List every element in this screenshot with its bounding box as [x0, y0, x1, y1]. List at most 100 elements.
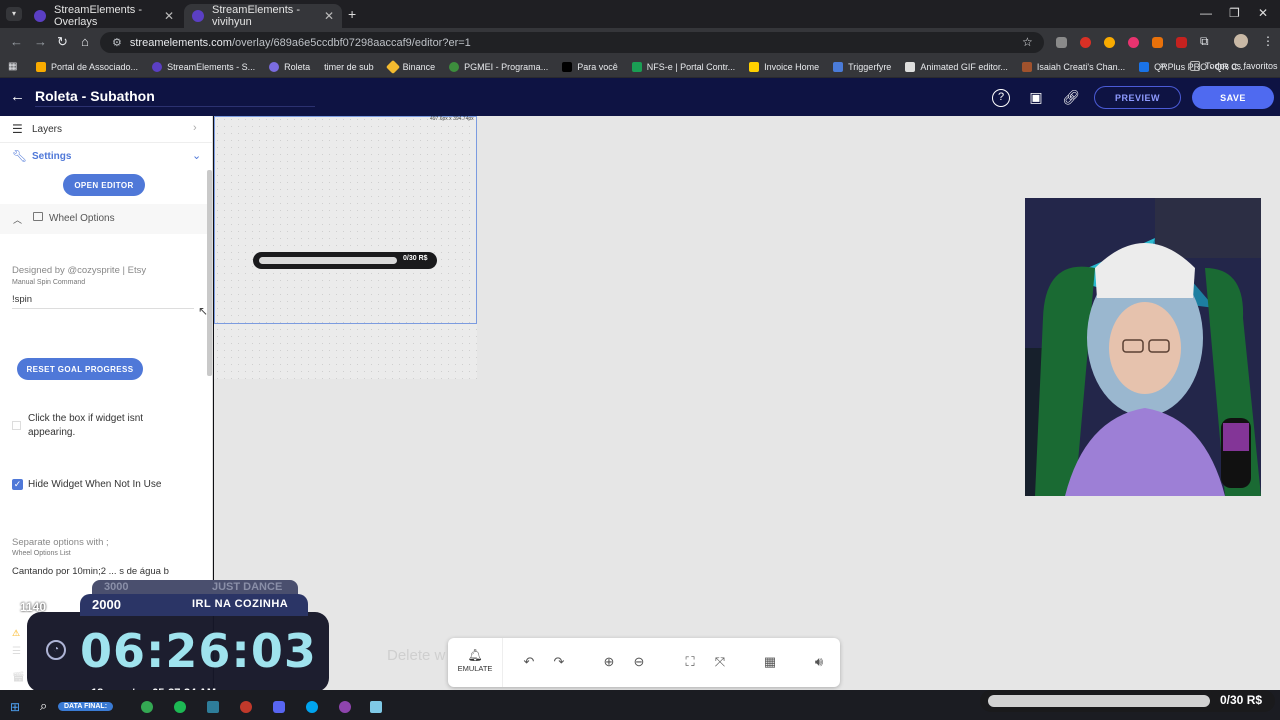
site-info-icon[interactable]: ⚙ [112, 36, 122, 49]
panel-icon [33, 212, 43, 221]
address-bar[interactable]: ⚙ streamelements.com/overlay/689a6e5ccdb… [100, 32, 1044, 53]
streamelements-icon [34, 10, 46, 22]
wheel-options-list-label: Wheel Options List [12, 550, 71, 557]
final-date-badge: DATA FINAL: [58, 702, 114, 711]
app-icon[interactable] [339, 701, 351, 713]
menu-dots-icon[interactable]: ⋮ [1262, 34, 1274, 48]
search-icon[interactable]: ⌕ [40, 698, 47, 714]
discord-icon[interactable] [273, 701, 285, 713]
appearing-checkbox[interactable] [12, 421, 21, 430]
chevron-down-icon[interactable]: ⌄ [192, 149, 201, 162]
redo-icon[interactable]: ↷ [550, 654, 568, 672]
bookmark-item[interactable]: Isaiah Creati's Chan... [1021, 61, 1125, 72]
settings-label[interactable]: Settings [32, 151, 71, 162]
app-icon[interactable] [207, 701, 219, 713]
home-icon[interactable]: ⌂ [81, 34, 89, 49]
extension-icon[interactable] [1128, 37, 1139, 48]
chrome-icon[interactable] [141, 701, 153, 713]
hide-widget-checkbox[interactable]: ✓ [12, 479, 23, 490]
bookmarks-bar: ▦ Portal de Associado... StreamElements … [0, 56, 1280, 78]
hide-widget-label: Hide Widget When Not In Use [28, 479, 162, 490]
help-icon[interactable]: ? [992, 89, 1010, 107]
chevron-up-icon[interactable]: ︿ [13, 213, 22, 226]
spotify-icon[interactable] [174, 701, 186, 713]
bookmark-item[interactable]: Triggerfyre [833, 61, 891, 72]
volume-icon[interactable]: 🔊︎ [810, 654, 828, 672]
restore-icon[interactable]: ❐ [1229, 6, 1240, 20]
new-tab-icon[interactable]: + [348, 6, 356, 22]
widget-selection-outline[interactable] [214, 116, 477, 324]
browser-tab-overlays[interactable]: StreamElements - Overlays ✕ [26, 4, 182, 28]
close-window-icon[interactable]: ✕ [1258, 6, 1268, 20]
reload-icon[interactable]: ↻ [57, 34, 68, 50]
zoom-out-icon[interactable]: ⊖ [630, 654, 648, 672]
widget-dimension-label: 497.6px x 394.74px [430, 116, 474, 122]
wheel-options-list-input[interactable]: Cantando por 10min;2 ... s de água b [12, 566, 198, 577]
zoom-in-icon[interactable]: ⊕ [600, 654, 618, 672]
link-icon[interactable]: 🔗︎ [1062, 89, 1080, 107]
preview-button[interactable]: PREVIEW [1094, 86, 1181, 109]
stream-goal-track [988, 695, 1210, 707]
delete-hint-text: Delete w [387, 647, 446, 664]
title-underline [35, 106, 315, 107]
reset-goal-progress-button[interactable]: RESET GOAL PROGRESS [17, 358, 143, 380]
bookmark-item[interactable]: Para você [562, 61, 618, 72]
webcam-image [1025, 198, 1261, 496]
bookmark-item[interactable]: timer de sub [324, 62, 374, 72]
divider [0, 142, 212, 143]
browser-tab-editor[interactable]: StreamElements - vivihyun ✕ [184, 4, 342, 28]
url-path: /overlay/689a6e5ccdbf07298aaccaf9/editor… [231, 36, 471, 49]
forward-icon[interactable]: → [34, 34, 47, 49]
url-host: streamelements.com [129, 36, 232, 49]
back-icon[interactable]: ← [10, 34, 23, 49]
goal-name: IRL NA COZINHA [192, 598, 289, 610]
bookmark-item[interactable]: Invoice Home [749, 61, 819, 72]
chevron-right-icon[interactable]: › [193, 122, 197, 134]
undo-icon[interactable]: ↶ [520, 654, 538, 672]
apps-grid-icon[interactable]: ▦ [8, 61, 17, 72]
all-bookmarks-folder[interactable]: Todos os favoritos [1190, 61, 1278, 71]
app-icon[interactable] [370, 701, 382, 713]
bookmark-item[interactable]: Portal de Associado... [36, 61, 138, 72]
windows-start-icon[interactable]: ⊞ [10, 700, 20, 714]
timer-countdown: 06:26:03 [80, 624, 317, 678]
bookmark-item[interactable]: StreamElements - S... [152, 61, 255, 72]
extension-icon[interactable] [1176, 37, 1187, 48]
save-button[interactable]: SAVE [1192, 86, 1274, 109]
designed-by-text: Designed by @cozysprite | Etsy [12, 265, 147, 276]
minimize-icon[interactable]: — [1200, 6, 1212, 20]
emulate-button[interactable]: 🔔︎ EMULATE [448, 638, 503, 687]
fullscreen-icon[interactable]: ⛶ [681, 654, 699, 672]
goal-points: 2000 [92, 597, 121, 612]
layers-label[interactable]: Layers [32, 124, 62, 135]
extension-icon[interactable] [1104, 37, 1115, 48]
extension-icon[interactable] [1056, 37, 1067, 48]
monitor-icon[interactable]: ▣ [1027, 89, 1045, 107]
input-underline [12, 308, 194, 309]
fit-screen-icon[interactable]: ⤧ [711, 654, 729, 672]
close-icon[interactable]: ✕ [324, 9, 334, 23]
bookmark-item[interactable]: Roleta [269, 61, 310, 72]
profile-avatar[interactable] [1234, 34, 1248, 48]
extensions-puzzle-icon[interactable]: ⧉ [1200, 34, 1209, 49]
obs-icon[interactable] [240, 701, 252, 713]
layers-icon: ☰ [12, 122, 23, 136]
bookmark-item[interactable]: NFS-e | Portal Contr... [631, 61, 735, 72]
overlay-title[interactable]: Roleta - Subathon [35, 88, 155, 104]
bookmark-item[interactable]: Binance [385, 59, 435, 74]
manual-spin-input[interactable]: !spin [12, 294, 192, 305]
more-bookmarks-icon[interactable]: » [1160, 60, 1166, 71]
panel-scrollbar[interactable] [207, 170, 212, 376]
close-icon[interactable]: ✕ [164, 9, 174, 23]
clock-icon: ◔ [46, 640, 66, 660]
bookmark-item[interactable]: Animated GIF editor... [905, 61, 1008, 72]
tab-search-icon[interactable]: ▾ [6, 7, 22, 21]
bookmark-star-icon[interactable]: ☆ [1022, 35, 1033, 49]
extension-icon[interactable] [1080, 37, 1091, 48]
bookmark-item[interactable]: PGMEI - Programa... [449, 61, 548, 72]
extension-icon[interactable] [1152, 37, 1163, 48]
grid-icon[interactable]: ▦ [761, 654, 779, 672]
app-icon[interactable] [306, 701, 318, 713]
back-arrow-icon[interactable]: ← [10, 88, 25, 105]
open-editor-button[interactable]: OPEN EDITOR [63, 174, 145, 196]
